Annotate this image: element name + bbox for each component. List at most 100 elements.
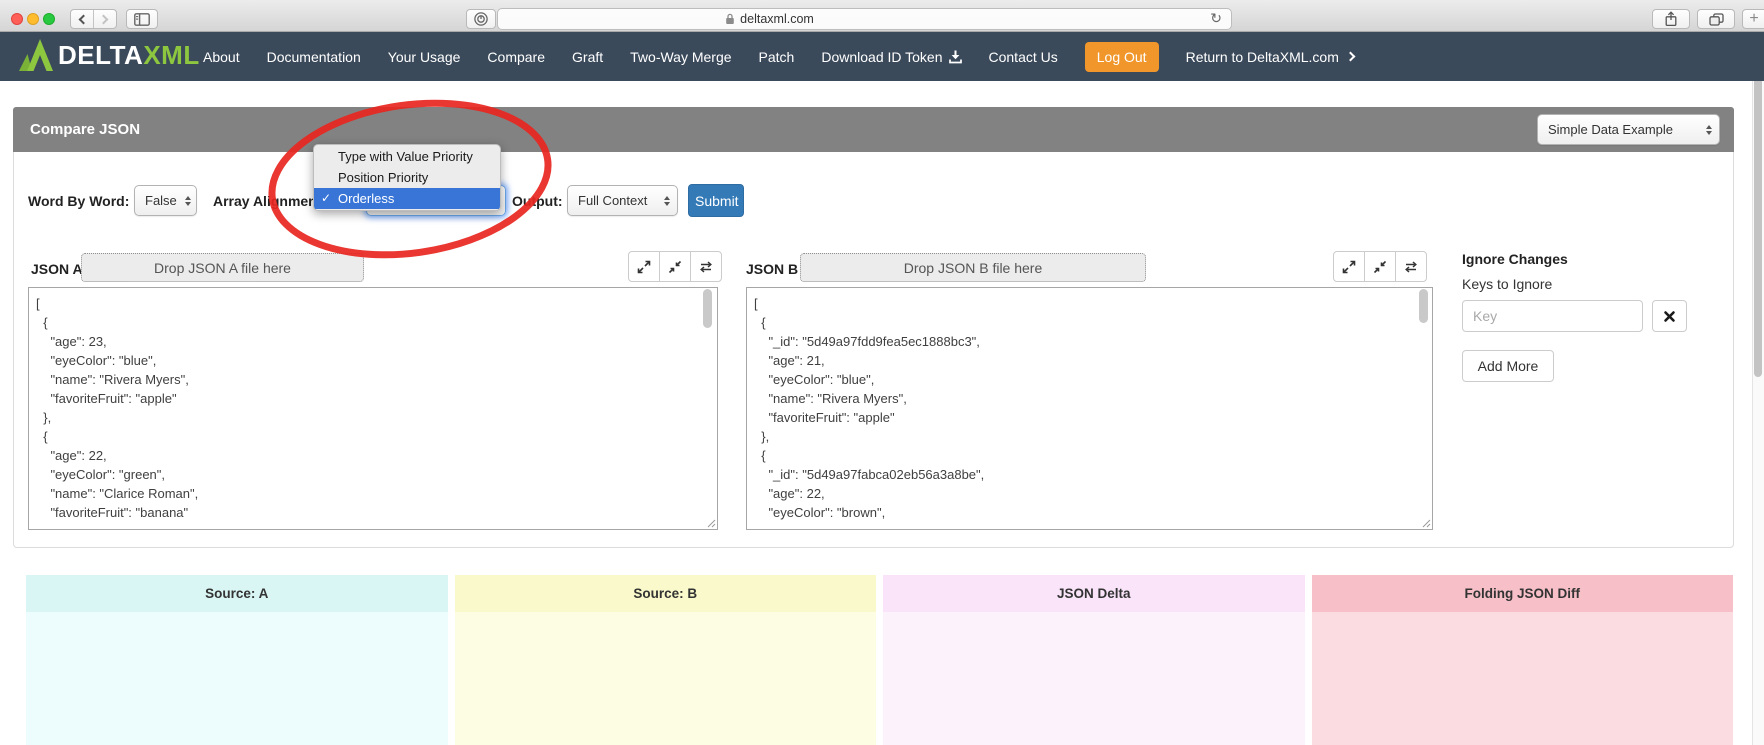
source-b-panel-body <box>455 612 877 745</box>
json-b-expand-button[interactable] <box>1333 251 1365 282</box>
close-window-button[interactable] <box>11 13 23 25</box>
download-icon <box>949 50 962 64</box>
output-select[interactable]: Full Context <box>567 185 678 216</box>
padlock-icon <box>725 13 735 25</box>
privacy-icon <box>473 11 489 27</box>
keys-to-ignore-label: Keys to Ignore <box>1462 276 1552 292</box>
transfer-icon <box>698 259 714 275</box>
nav-item-your-usage[interactable]: Your Usage <box>388 49 461 65</box>
example-select-value: Simple Data Example <box>1548 122 1673 137</box>
checkmark-icon: ✓ <box>321 188 331 209</box>
logout-button[interactable]: Log Out <box>1085 42 1159 72</box>
back-button[interactable] <box>71 10 93 28</box>
page-title: Compare JSON <box>30 121 140 138</box>
json-delta-panel: JSON Delta <box>883 575 1305 745</box>
word-by-word-value: False <box>145 193 177 208</box>
folding-json-diff-panel-body <box>1312 612 1734 745</box>
remove-key-button[interactable] <box>1652 300 1687 332</box>
json-b-toolbar <box>1333 251 1427 282</box>
json-b-collapse-button[interactable] <box>1364 251 1396 282</box>
new-tab-button[interactable]: + <box>1742 9 1764 29</box>
array-alignment-dropdown-popup: Type with Value Priority Position Priori… <box>313 144 501 211</box>
json-a-textarea[interactable]: [ { "age": 23, "eyeColor": "blue", "name… <box>28 287 718 530</box>
json-a-resize-grip[interactable] <box>705 517 716 528</box>
address-bar[interactable]: deltaxml.com ↻ <box>497 8 1232 30</box>
chevron-right-icon <box>1345 52 1355 62</box>
example-select[interactable]: Simple Data Example <box>1537 114 1720 145</box>
select-arrows-icon <box>1706 125 1712 135</box>
nav-item-documentation[interactable]: Documentation <box>267 49 361 65</box>
json-a-transfer-button[interactable] <box>690 251 722 282</box>
json-a-scrollbar-thumb[interactable] <box>703 289 712 328</box>
remove-x-icon <box>1663 310 1676 323</box>
resize-full-icon <box>1341 259 1357 275</box>
result-panels: Source: A Source: B JSON Delta Folding J… <box>26 575 1733 745</box>
add-more-button[interactable]: Add More <box>1462 350 1554 382</box>
ignore-changes-heading: Ignore Changes <box>1462 251 1568 267</box>
resize-full-icon <box>636 259 652 275</box>
sidebar-toggle-button[interactable] <box>126 9 158 29</box>
json-b-label: JSON B <box>746 261 798 277</box>
minimize-window-button[interactable] <box>27 13 39 25</box>
json-a-label: JSON A <box>31 261 83 277</box>
privacy-report-button[interactable] <box>466 9 496 29</box>
screen: deltaxml.com ↻ + <box>0 0 1764 745</box>
deltaxml-logo[interactable]: DELTAXML <box>18 37 200 73</box>
nav-item-graft[interactable]: Graft <box>572 49 603 65</box>
json-a-expand-button[interactable] <box>628 251 660 282</box>
reload-icon[interactable]: ↻ <box>1210 10 1222 27</box>
output-label: Output: <box>512 193 563 209</box>
nav-item-return-to-deltaxml[interactable]: Return to DeltaXML.com <box>1186 49 1354 65</box>
json-b-scrollbar-thumb[interactable] <box>1419 289 1428 323</box>
nav-item-contact-us[interactable]: Contact Us <box>989 49 1058 65</box>
select-arrows-icon <box>664 196 670 206</box>
source-a-panel: Source: A <box>26 575 448 745</box>
forward-button[interactable] <box>94 10 116 28</box>
folding-json-diff-panel: Folding JSON Diff <box>1312 575 1734 745</box>
browser-chrome: deltaxml.com ↻ + <box>0 0 1764 32</box>
json-b-dropzone[interactable]: Drop JSON B file here <box>800 253 1146 282</box>
main-navbar: DELTAXML About Documentation Your Usage … <box>0 32 1764 81</box>
brand-text: DELTAXML <box>58 40 200 71</box>
json-delta-panel-body <box>883 612 1305 745</box>
url-text: deltaxml.com <box>740 12 814 26</box>
deltaxml-logo-icon <box>18 37 54 73</box>
compare-panel-heading: Compare JSON <box>13 107 1734 152</box>
json-a-dropzone[interactable]: Drop JSON A file here <box>81 253 364 282</box>
nav-item-about[interactable]: About <box>203 49 240 65</box>
json-a-collapse-button[interactable] <box>659 251 691 282</box>
show-tabs-button[interactable] <box>1697 9 1735 29</box>
resize-small-icon <box>667 259 683 275</box>
dropdown-option-orderless[interactable]: ✓ Orderless <box>314 188 500 209</box>
share-button[interactable] <box>1652 9 1690 29</box>
json-delta-panel-title: JSON Delta <box>883 575 1305 612</box>
array-alignment-label: Array Alignment: <box>213 193 326 209</box>
share-icon <box>1664 11 1678 27</box>
history-nav-buttons <box>70 9 117 29</box>
back-icon <box>79 14 89 24</box>
transfer-icon <box>1403 259 1419 275</box>
sidebar-icon <box>134 13 150 26</box>
ignore-key-input[interactable] <box>1462 300 1643 332</box>
output-value: Full Context <box>578 193 647 208</box>
nav-item-two-way-merge[interactable]: Two-Way Merge <box>630 49 731 65</box>
json-b-resize-grip[interactable] <box>1420 517 1431 528</box>
word-by-word-select[interactable]: False <box>134 185 197 216</box>
nav-item-patch[interactable]: Patch <box>759 49 795 65</box>
source-b-panel-title: Source: B <box>455 575 877 612</box>
json-a-toolbar <box>628 251 722 282</box>
dropdown-option-type-with-value-priority[interactable]: Type with Value Priority <box>314 146 500 167</box>
json-b-textarea[interactable]: [ { "_id": "5d49a97fdd9fea5ec1888bc3", "… <box>746 287 1433 530</box>
dropdown-option-position-priority[interactable]: Position Priority <box>314 167 500 188</box>
page-scrollbar-thumb[interactable] <box>1754 39 1762 377</box>
nav-item-download-id-token[interactable]: Download ID Token <box>821 49 961 65</box>
forward-icon <box>99 14 109 24</box>
tabs-icon <box>1709 13 1724 26</box>
source-a-panel-title: Source: A <box>26 575 448 612</box>
nav-item-compare[interactable]: Compare <box>487 49 545 65</box>
word-by-word-label: Word By Word: <box>28 193 129 209</box>
submit-button[interactable]: Submit <box>688 184 744 217</box>
source-a-panel-body <box>26 612 448 745</box>
zoom-window-button[interactable] <box>43 13 55 25</box>
json-b-transfer-button[interactable] <box>1395 251 1427 282</box>
